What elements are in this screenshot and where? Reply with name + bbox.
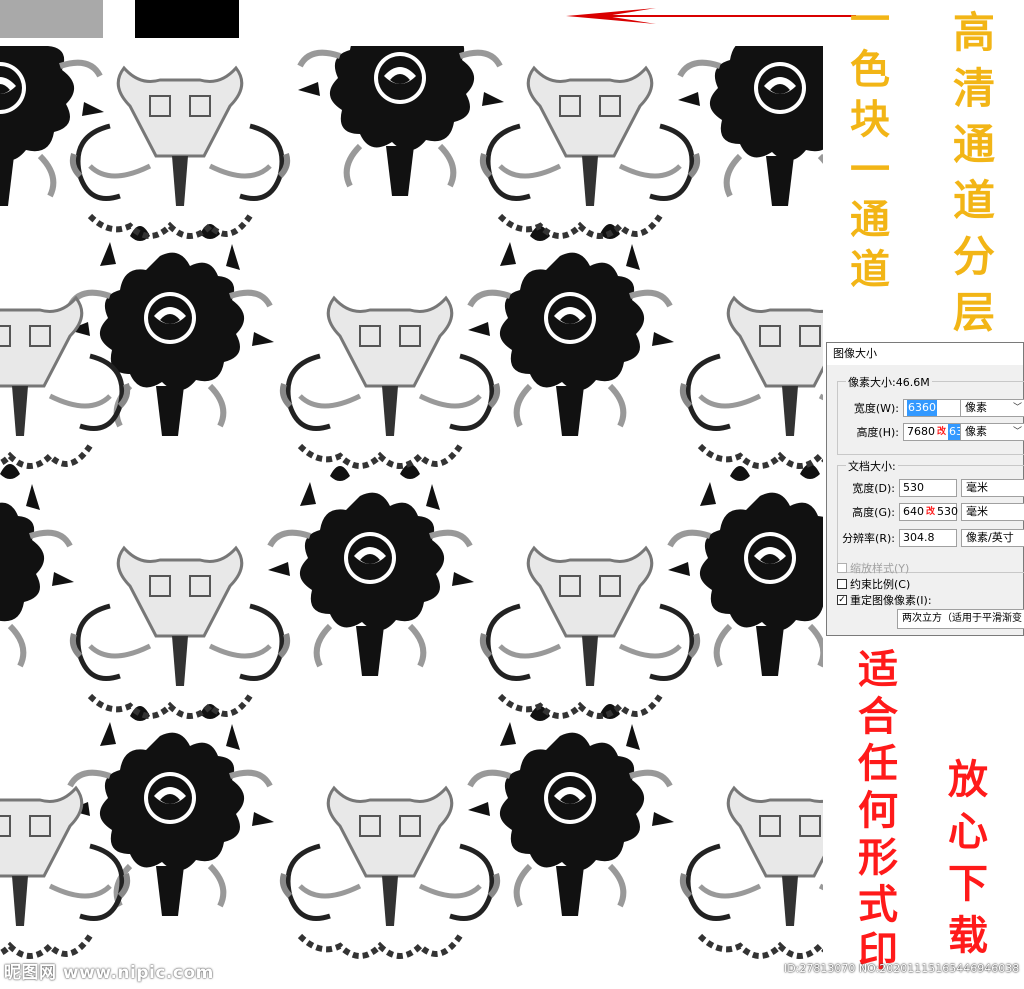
checkbox-box (837, 579, 847, 589)
checkmark-icon: ✓ (837, 595, 847, 605)
checkbox-label: 缩放样式(Y) (850, 562, 910, 575)
pixel-size-label: 像素大小:46.6M (846, 374, 932, 390)
caption-char: 载 (948, 912, 988, 959)
site-watermark: 昵图网 www.nipic.com (4, 963, 214, 983)
caption-hd-channel-layers: 高 清 通 道 分 层 (950, 12, 998, 348)
caption-char: 通 (850, 196, 890, 243)
pixel-width-unit-select[interactable]: 像素 ﹀ (960, 399, 1024, 417)
caption-char: 任 (858, 740, 898, 787)
caption-char: 一 (850, 0, 890, 43)
resample-method-select[interactable]: 两次立方（适用于平滑渐变 (897, 609, 1024, 629)
constrain-proportions-checkbox[interactable]: 约束比例(C) (837, 576, 910, 592)
caption-char: 合 (858, 693, 898, 740)
unit-label: 像素 (965, 425, 987, 438)
resolution-label: 分辨率(R): (842, 532, 895, 545)
caption-char: 道 (952, 176, 995, 225)
resolution-row: 分辨率(R): 304.8 (837, 529, 957, 547)
resolution-value: 304.8 (903, 531, 935, 544)
caption-any-print: 适 合 任 何 形 式 印 (854, 650, 902, 979)
chevron-down-icon: ﹀ (1012, 403, 1022, 413)
height-old-value: 7680 (907, 425, 935, 438)
pixel-width-input[interactable]: 6360 (903, 399, 961, 417)
caption-char: 下 (948, 860, 988, 907)
damask-pattern (0, 46, 823, 989)
caption-char: 高 (952, 8, 995, 57)
checkbox-box (837, 563, 847, 573)
doc-height-label: 高度(G): (852, 506, 895, 519)
caption-char: 一 (850, 146, 890, 193)
caption-char: 清 (952, 64, 995, 113)
gray-color-swatch (0, 0, 103, 38)
resolution-unit-select[interactable]: 像素/英寸 (961, 529, 1024, 547)
doc-height-row: 高度(G): 640 改 530 (837, 503, 959, 521)
doc-height-input[interactable]: 640 改 530 (899, 503, 959, 521)
resample-checkbox[interactable]: ✓ 重定图像像素(I): (837, 592, 932, 608)
doc-size-label: 文档大小: (846, 458, 898, 474)
edit-mark: 改 (926, 507, 936, 517)
height-label: 高度(H): (856, 426, 899, 439)
unit-label: 毫米 (966, 505, 988, 518)
red-arrow (566, 8, 856, 24)
unit-label: 毫米 (966, 481, 988, 494)
checkbox-label: 重定图像像素(I): (850, 594, 932, 607)
id-watermark: ID:27813070 NO:20201115165446946038 (784, 962, 1020, 975)
caption-char: 式 (858, 881, 898, 928)
width-value: 6360 (907, 400, 937, 416)
caption-char: 放 (948, 756, 988, 803)
caption-safe-download: 放 心 下 载 (944, 760, 992, 968)
caption-char: 心 (948, 808, 988, 855)
image-size-dialog: 图像大小 像素大小:46.6M 宽度(W): 6360 像素 ﹀ 高度(H): 7… (826, 342, 1024, 636)
black-color-swatch (135, 0, 239, 38)
dialog-title: 图像大小 (827, 343, 1023, 365)
doc-width-value: 530 (903, 481, 924, 494)
caption-char: 通 (952, 120, 995, 169)
pixel-height-unit-select[interactable]: 像素 ﹀ (960, 423, 1024, 441)
doc-width-label: 宽度(D): (852, 482, 895, 495)
resolution-input[interactable]: 304.8 (899, 529, 957, 547)
doc-height-old: 640 (903, 505, 924, 518)
caption-char: 层 (952, 288, 995, 337)
caption-char: 形 (858, 834, 898, 881)
doc-width-row: 宽度(D): 530 (837, 479, 957, 497)
caption-one-color-one-channel: 一 色 块 一 通 道 (848, 0, 892, 300)
caption-char: 适 (858, 646, 898, 693)
pixel-height-input[interactable]: 7680改6360 (903, 423, 979, 441)
width-label: 宽度(W): (853, 402, 899, 415)
pixel-width-row: 宽度(W): 6360 (837, 399, 961, 417)
doc-height-new: 530 (937, 505, 959, 518)
unit-label: 像素/英寸 (966, 531, 1014, 544)
scale-styles-checkbox[interactable]: 缩放样式(Y) (837, 560, 909, 576)
edit-mark: 改 (937, 427, 947, 437)
doc-width-unit-select[interactable]: 毫米 (961, 479, 1024, 497)
doc-height-unit-select[interactable]: 毫米 (961, 503, 1024, 521)
chevron-down-icon: ﹀ (1012, 427, 1022, 437)
pixel-height-row: 高度(H): 7680改6360 (837, 423, 979, 441)
caption-char: 块 (850, 96, 890, 143)
doc-width-input[interactable]: 530 (899, 479, 957, 497)
caption-char: 色 (850, 46, 890, 93)
pixel-dimensions-group: 像素大小:46.6M (837, 374, 1024, 455)
damask-pattern-graphic (0, 46, 823, 989)
unit-label: 像素 (965, 401, 987, 414)
caption-char: 何 (858, 787, 898, 834)
checkbox-label: 约束比例(C) (850, 578, 911, 591)
caption-char: 道 (850, 246, 890, 293)
caption-char: 分 (952, 232, 995, 281)
